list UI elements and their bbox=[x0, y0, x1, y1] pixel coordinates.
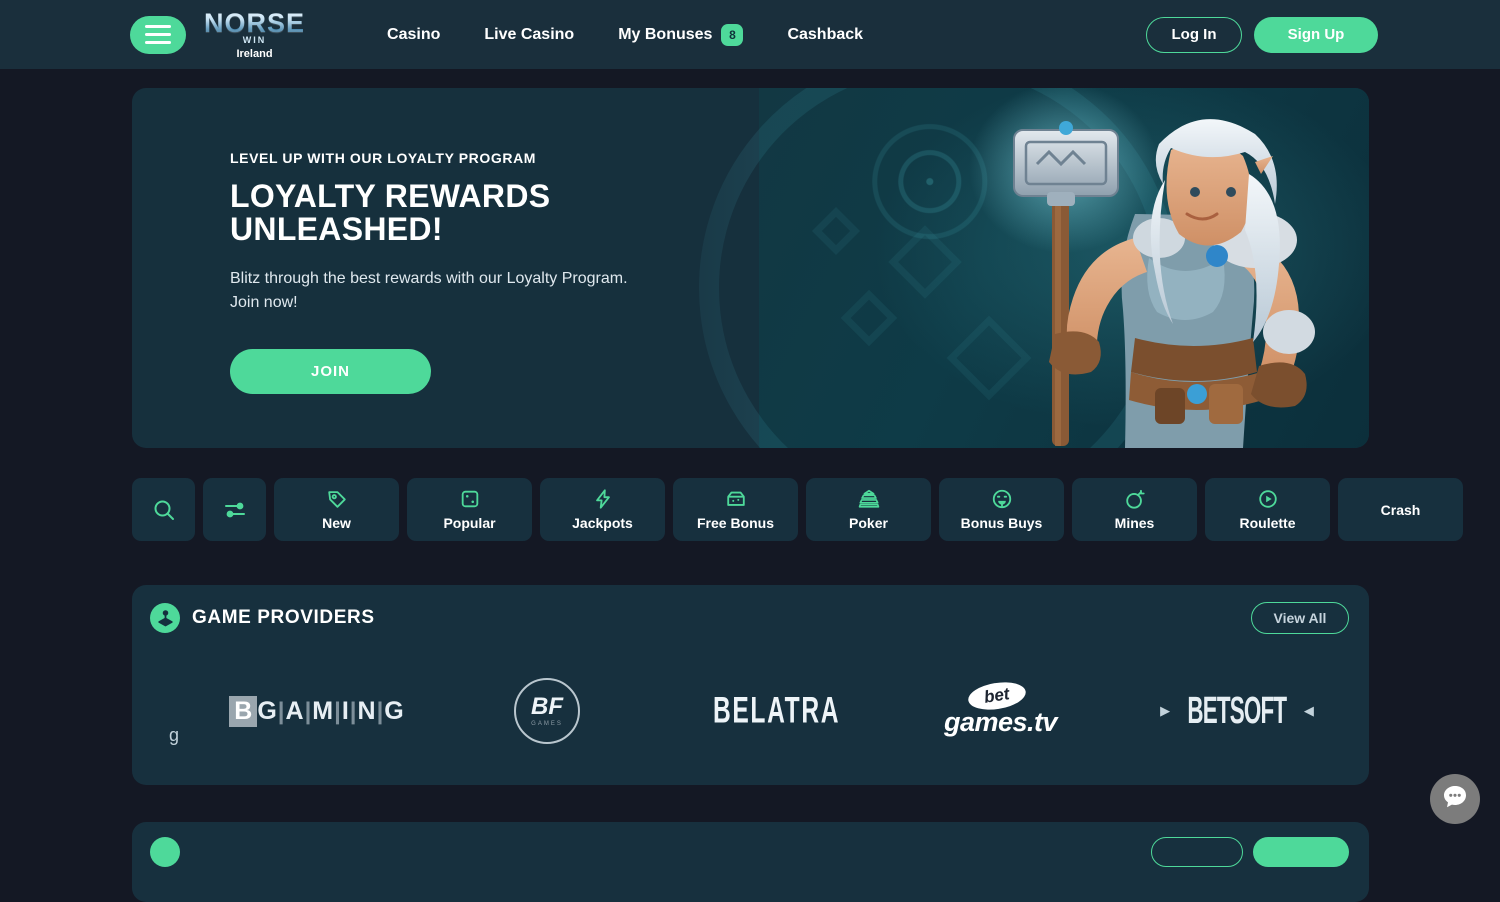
smiley-tongue-icon bbox=[991, 488, 1013, 510]
hero-join-button[interactable]: JOIN bbox=[230, 349, 431, 394]
dice-icon bbox=[459, 488, 481, 510]
category-jackpots[interactable]: Jackpots bbox=[540, 478, 665, 541]
game-providers-panel: GAME PROVIDERS View All g BG|A|M|I|N|G B… bbox=[132, 585, 1369, 785]
provider-logo-betgames-tv[interactable]: bet games.tv bbox=[892, 656, 1122, 766]
nav-item-casino[interactable]: Casino bbox=[387, 26, 440, 44]
search-icon bbox=[152, 498, 176, 522]
chips-stack-icon bbox=[858, 488, 880, 510]
hero-eyebrow: LEVEL UP WITH OUR LOYALTY PROGRAM bbox=[230, 150, 660, 166]
hero-title-line2: UNLEASHED! bbox=[230, 213, 660, 246]
nav-label: Live Casino bbox=[484, 26, 574, 44]
category-filter-bar[interactable]: New Popular Jackpots Free Bonus bbox=[132, 478, 1500, 541]
category-label: Mines bbox=[1115, 515, 1155, 531]
filter-sliders-icon bbox=[223, 498, 247, 522]
hero-title: LOYALTY REWARDS UNLEASHED! bbox=[230, 180, 660, 247]
provider-name: g bbox=[169, 725, 179, 746]
bonuses-count-badge: 8 bbox=[721, 24, 743, 46]
hamburger-menu-icon[interactable] bbox=[130, 16, 186, 54]
provider-name: BETSOFT bbox=[1188, 689, 1287, 732]
search-button[interactable] bbox=[132, 478, 195, 541]
next-section-buttons bbox=[1151, 837, 1349, 867]
provider-logo-cut-off[interactable]: g bbox=[146, 656, 202, 766]
category-mines[interactable]: Mines bbox=[1072, 478, 1197, 541]
logo-sub-text: WIN bbox=[243, 35, 267, 45]
provider-logo-bf-games[interactable]: BF GAMES bbox=[432, 656, 662, 766]
category-label: Poker bbox=[849, 515, 888, 531]
bf-games-subtext: GAMES bbox=[531, 721, 563, 727]
provider-logo-belatra[interactable]: BELATRA bbox=[662, 656, 892, 766]
next-section-header bbox=[132, 822, 1369, 882]
lightning-bolt-icon bbox=[592, 488, 614, 510]
bf-games-emblem: BF GAMES bbox=[514, 678, 580, 744]
category-label: Bonus Buys bbox=[961, 515, 1043, 531]
category-label: New bbox=[322, 515, 351, 531]
gift-box-icon bbox=[725, 488, 747, 510]
bf-games-mark: BF bbox=[531, 695, 563, 719]
category-roulette[interactable]: Roulette bbox=[1205, 478, 1330, 541]
logo-region-text: Ireland bbox=[236, 48, 272, 60]
game-providers-header: GAME PROVIDERS View All bbox=[132, 585, 1369, 651]
category-free-bonus[interactable]: Free Bonus bbox=[673, 478, 798, 541]
nav-label: Casino bbox=[387, 26, 440, 44]
hero-banner[interactable]: LEVEL UP WITH OUR LOYALTY PROGRAM LOYALT… bbox=[132, 88, 1369, 448]
filter-button[interactable] bbox=[203, 478, 266, 541]
provider-logo-bgaming[interactable]: BG|A|M|I|N|G bbox=[202, 656, 432, 766]
category-popular[interactable]: Popular bbox=[407, 478, 532, 541]
primary-button[interactable] bbox=[1253, 837, 1349, 867]
betsoft-left-arrow-icon: ▶ bbox=[1160, 703, 1170, 719]
betgames-emblem: bet games.tv bbox=[944, 681, 1070, 741]
category-label: Crash bbox=[1381, 502, 1421, 518]
category-bonus-buys[interactable]: Bonus Buys bbox=[939, 478, 1064, 541]
chat-bubble-icon bbox=[1440, 782, 1470, 817]
view-all-providers-button[interactable]: View All bbox=[1251, 602, 1349, 634]
betsoft-right-arrow-icon: ◀ bbox=[1304, 703, 1314, 719]
nav-item-cashback[interactable]: Cashback bbox=[787, 26, 863, 44]
nav-label: My Bonuses bbox=[618, 26, 712, 44]
main-navigation: Casino Live Casino My Bonuses 8 Cashback bbox=[387, 24, 863, 46]
nav-item-my-bonuses[interactable]: My Bonuses 8 bbox=[618, 24, 743, 46]
provider-logo-betsoft[interactable]: ▶ BETSOFT ◀ bbox=[1122, 656, 1352, 766]
chat-widget-button[interactable] bbox=[1430, 774, 1480, 824]
provider-name: BELATRA bbox=[713, 690, 840, 733]
sign-up-button[interactable]: Sign Up bbox=[1254, 17, 1378, 53]
providers-carousel[interactable]: g BG|A|M|I|N|G BF GAMES BELATRA bet game… bbox=[132, 651, 1369, 771]
category-label: Free Bonus bbox=[697, 515, 774, 531]
burger-line bbox=[145, 25, 171, 28]
category-label: Roulette bbox=[1240, 515, 1296, 531]
category-label: Popular bbox=[443, 515, 495, 531]
site-logo[interactable]: NORSE WIN Ireland bbox=[204, 10, 305, 60]
auth-buttons: Log In Sign Up bbox=[1146, 17, 1378, 53]
play-circle-icon bbox=[1257, 488, 1279, 510]
tag-icon bbox=[326, 488, 348, 510]
secondary-button[interactable] bbox=[1151, 837, 1243, 867]
provider-logo-bs[interactable]: BS bbox=[1352, 656, 1369, 766]
section-icon bbox=[150, 837, 180, 867]
category-new[interactable]: New bbox=[274, 478, 399, 541]
burger-line bbox=[145, 33, 171, 36]
hero-content: LEVEL UP WITH OUR LOYALTY PROGRAM LOYALT… bbox=[230, 150, 660, 394]
category-crash[interactable]: Crash bbox=[1338, 478, 1463, 541]
next-section-panel bbox=[132, 822, 1369, 902]
log-in-button[interactable]: Log In bbox=[1146, 17, 1242, 53]
norse-valkyrie-illustration bbox=[959, 88, 1339, 448]
nav-label: Cashback bbox=[787, 26, 863, 44]
hero-description: Blitz through the best rewards with our … bbox=[230, 267, 630, 316]
category-label: Jackpots bbox=[572, 515, 633, 531]
bomb-icon bbox=[1124, 488, 1146, 510]
burger-line bbox=[145, 41, 171, 44]
betgames-wordmark: games.tv bbox=[944, 707, 1057, 738]
site-header: NORSE WIN Ireland Casino Live Casino My … bbox=[0, 0, 1500, 69]
hero-title-line1: LOYALTY REWARDS bbox=[230, 180, 660, 213]
bgaming-name: G|A|M|I|N|G bbox=[257, 697, 404, 726]
game-providers-title: GAME PROVIDERS bbox=[192, 607, 375, 629]
category-poker[interactable]: Poker bbox=[806, 478, 931, 541]
joystick-icon bbox=[150, 603, 180, 633]
bgaming-initial: B bbox=[229, 696, 257, 727]
nav-item-live-casino[interactable]: Live Casino bbox=[484, 26, 574, 44]
logo-main-text: NORSE bbox=[204, 10, 305, 37]
